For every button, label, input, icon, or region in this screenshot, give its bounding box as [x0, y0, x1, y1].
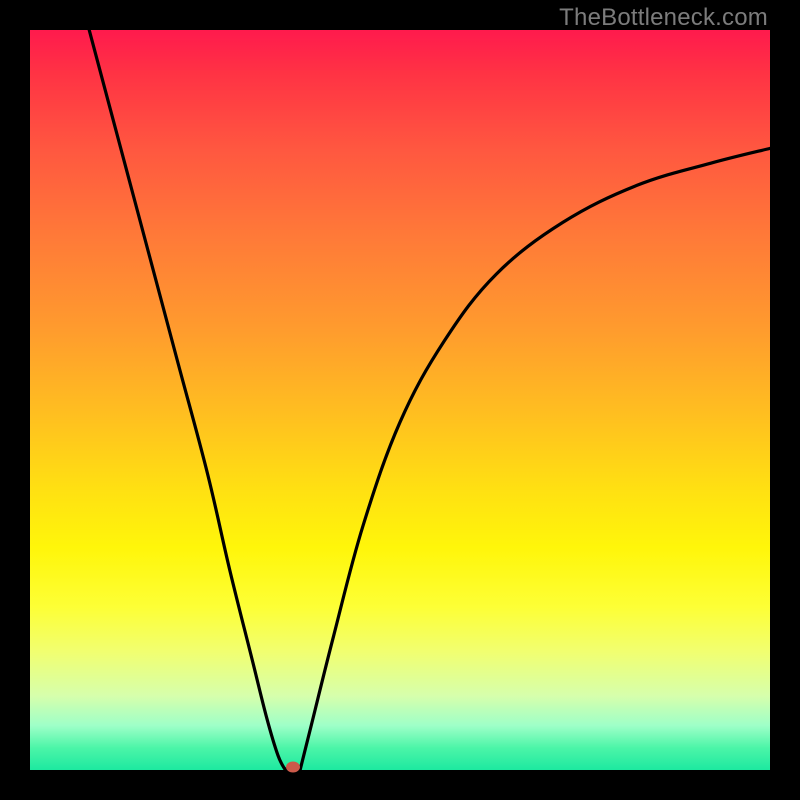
- watermark-text: TheBottleneck.com: [559, 4, 768, 32]
- curve-svg: [30, 30, 770, 770]
- curve-path: [89, 30, 770, 770]
- chart-frame: TheBottleneck.com: [0, 0, 800, 800]
- plot-area: [30, 30, 770, 770]
- minimum-marker: [286, 762, 300, 773]
